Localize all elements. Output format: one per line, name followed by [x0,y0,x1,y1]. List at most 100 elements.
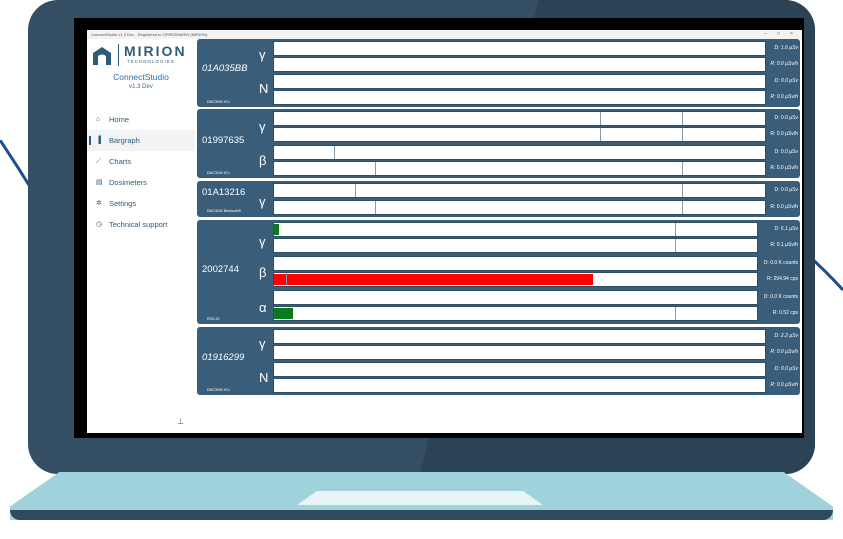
rate-bar [273,378,766,393]
rate-bar [273,161,766,176]
rate-bar [273,127,766,142]
sidebar-item-label: Charts [109,157,132,166]
device-card: 01997635 DMC3000 bTx γ β D: 0.0 µSv R: 0… [197,109,800,178]
brand-subtitle: TECHNOLOGIES [127,59,175,64]
dose-bar [273,329,766,344]
device-model: DMC3000 hTx [207,388,230,392]
dose-bar [273,362,766,377]
gear-icon: ✲ [96,200,102,207]
dose-value: D: 0.0 µSv [774,366,798,372]
close-button[interactable]: × [790,30,793,39]
bargraph-icon: ▐ [96,137,101,144]
beta-symbol: β [259,153,267,168]
app-version: v1.3 Dev [129,84,153,90]
sidebar-item-label: Dosimeters [109,178,147,187]
dose-value: D: 1.6 µSv [774,45,798,51]
dose-bar [273,74,766,89]
rate-bar [273,57,766,72]
dose-value: D: 0.0 K counts [763,294,798,300]
rate-value: R: 0.0 µSv/h [770,382,798,388]
dose-value: D: 0.0 µSv [774,149,798,155]
dose-bar [273,222,758,237]
device-id: 01A13216 [202,187,246,198]
device-model: RDS-32 [207,317,220,321]
dose-bar [273,256,758,271]
rate-bar [273,200,766,215]
dose-bar [273,145,766,160]
sidebar-item-home[interactable]: ⌂ Home [87,109,195,130]
device-id: 01997635 [202,135,245,146]
brand-name: MIRION [124,43,187,59]
gamma-symbol: γ [259,47,266,62]
neutron-symbol: N [259,81,269,96]
alpha-rate-fill [274,308,294,319]
maximize-button[interactable]: □ [777,30,780,39]
sidebar-item-label: Settings [109,199,137,208]
sidebar-item-label: Bargraph [109,136,140,145]
device-card: 01A13216 DMC3000 Bluetooth® γ D: 0.0 µSv… [197,181,800,217]
chart-icon: ⟋ [96,158,101,165]
dose-value: D: 6.1 µSv [774,226,798,232]
rate-value: R: 0.52 cps [772,310,798,316]
gamma-symbol: γ [259,194,266,209]
app-name: ConnectStudio [113,72,169,82]
active-indicator [89,136,91,145]
sidebar-item-dosimeters[interactable]: ▤ Dosimeters [87,172,195,193]
rate-value: R: 0.1 µSv/h [770,242,798,248]
neutron-symbol: N [259,370,269,385]
title-bar: ConnectStudio v1.3 Dev - Registered to O… [87,30,802,39]
device-id: 2002744 [202,264,239,275]
bargraph-panel: 01A035BB DMC3000 hTx γ N D: 1.6 µSv R: 0… [197,39,800,433]
dose-value: D: 0.0 µSv [774,115,798,121]
gamma-symbol: γ [259,336,266,351]
sidebar-item-bargraph[interactable]: ▐ Bargraph [87,130,195,151]
sidebar-item-label: Home [109,115,130,124]
beta-symbol: β [259,265,267,280]
rate-value: R: 0.0 µSv/h [770,349,798,355]
dose-bar [273,111,766,126]
rate-value: R: 0.0 µSv/h [770,204,798,210]
gamma-dose-fill [274,224,279,235]
rate-bar [273,345,766,360]
device-id: 01916299 [202,352,245,363]
rate-value: R: 0.0 µSv/h [770,165,798,171]
sidebar-item-technical-support[interactable]: ◷ Technical support [87,214,195,235]
dose-bar [273,183,766,198]
alpha-symbol: α [259,300,267,315]
rate-value: R: 0.0 µSv/h [770,94,798,100]
support-icon: ◷ [96,221,103,228]
device-model: DMC3000 Bluetooth® [207,209,242,213]
rate-value: R: 294.94 cps [767,276,798,282]
device-model: DMC3000 hTx [207,100,230,104]
sidebar: MIRION TECHNOLOGIES ConnectStudio v1.3 D… [87,39,195,433]
sidebar-item-label: Technical support [109,220,168,229]
gamma-symbol: γ [259,119,266,134]
device-card: 2002744 RDS-32 γ β α D: 6.1 µSv R: 0.1 µ… [197,220,800,324]
laptop-trackpad-notch [297,491,543,505]
rate-value: R: 0.0 µSv/h [770,61,798,67]
rate-bar [273,306,758,321]
device-id: 01A035BB [202,63,248,74]
home-icon: ⌂ [96,116,101,123]
sidebar-item-charts[interactable]: ⟋ Charts [87,151,195,172]
dose-value: D: 0.0 µSv [774,78,798,84]
minimize-button[interactable]: – [764,30,767,39]
window-title: ConnectStudio v1.3 Dev - Registered to O… [91,32,208,37]
gamma-symbol: γ [259,234,266,249]
dose-bar [273,41,766,56]
pin-icon[interactable]: ⊥ [177,417,184,426]
rate-bar [273,90,766,105]
sidebar-nav: ⌂ Home ▐ Bargraph ⟋ Charts ▤ Dosimeters … [87,109,195,235]
dose-bar [273,290,758,305]
logo-divider [118,44,119,66]
device-card: 01916299 DMC3000 hTx γ N D: 2.2 µSv R: 0… [197,327,800,395]
dose-value: D: 0.0 K counts [763,260,798,266]
device-card: 01A035BB DMC3000 hTx γ N D: 1.6 µSv R: 0… [197,39,800,107]
sidebar-item-settings[interactable]: ✲ Settings [87,193,195,214]
rate-bar [273,272,758,287]
device-model: DMC3000 bTx [207,171,230,175]
laptop-base-front [10,510,833,520]
beta-rate-fill [274,274,593,285]
dose-value: D: 2.2 µSv [774,333,798,339]
app-window: ConnectStudio v1.3 Dev - Registered to O… [87,30,802,433]
